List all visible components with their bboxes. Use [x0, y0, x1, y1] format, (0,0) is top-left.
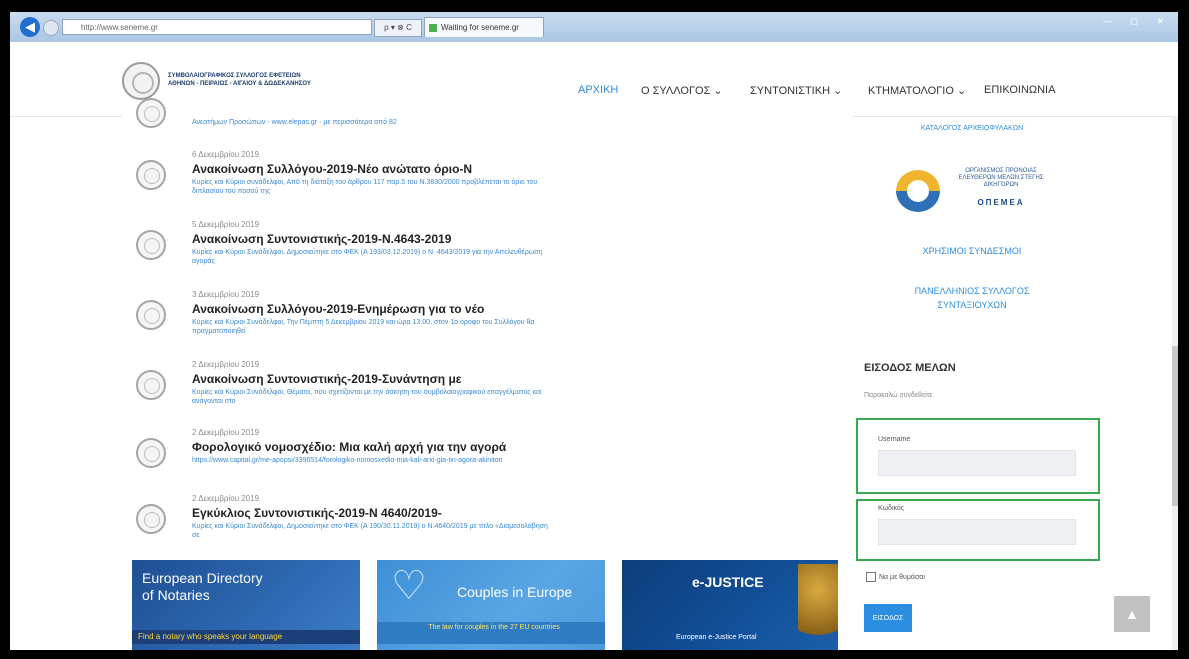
login-button[interactable]: ΕΙΣΟΔΟΣ [864, 604, 912, 632]
org-name-line1: ΣΥΜΒΟΛΑΙΟΓΡΑΦΙΚΟΣ ΣΥΛΛΟΓΟΣ ΕΦΕΤΕΙΩΝ [168, 73, 301, 79]
post-title[interactable]: Εγκύκλιος Συντονιστικής-2019-Ν 4640/2019… [192, 506, 442, 520]
post-excerpt[interactable]: Κυρίες και Κύριοι Συνάδελφοι, Δημοσιεύτη… [192, 248, 552, 266]
pension-line2: ΣΥΝΤΑΞΙΟΥΧΩΝ [937, 300, 1007, 310]
username-label: Username [878, 436, 911, 443]
european-directory-banner[interactable]: European Directory of Notaries Find a no… [132, 560, 360, 650]
banner-title: European Directory of Notaries [142, 570, 263, 604]
opemea-banner[interactable]: ΟΡΓΑΝΙΣΜΟΣ ΠΡΟΝΟΙΑΣ ΕΛΕΥΘΕΡΩΝ ΜΕΛΩΝ ΣΤΕΓ… [896, 164, 1046, 216]
site-header: ΣΥΜΒΟΛΑΙΟΓΡΑΦΙΚΟΣ ΣΥΛΛΟΓΟΣ ΕΦΕΤΕΙΩΝ ΑΘΗΝ… [10, 42, 1178, 117]
username-field-group: Username [856, 418, 1100, 494]
banner-title-line1: European Directory [142, 570, 263, 586]
page-scrollbar[interactable] [1172, 116, 1178, 650]
org-name-line2: ΑΘΗΝΩΝ - ΠΕΙΡΑΙΩΣ - ΑΙΓΑΙΟΥ & ΔΩΔΕΚΑΝΗΣΟ… [168, 81, 311, 87]
post-title[interactable]: Ανακοίνωση Συντονιστικής-2019-Ν.4643-201… [192, 232, 451, 246]
post-logo-icon [136, 98, 166, 128]
back-to-top-button[interactable]: ▲ [1114, 596, 1150, 632]
list-item: 2 Δεκεμβρίου 2019 Ανακοίνωση Συντονιστικ… [122, 358, 842, 422]
association-logo[interactable] [122, 62, 160, 100]
post-date: 6 Δεκεμβρίου 2019 [192, 150, 260, 159]
post-excerpt[interactable]: Ανεστήμων Προσώπων - www.elepas.gr - με … [192, 118, 552, 127]
post-excerpt[interactable]: Κυρίες και Κύριοι Συνάδελφοι, Την Πέμπτη… [192, 318, 552, 336]
browser-tab[interactable]: Waiting for seneme.gr [424, 17, 544, 37]
pension-association-link[interactable]: ΠΑΝΕΛΛΗΝΙΟΣ ΣΥΛΛΟΓΟΣ ΣΥΝΤΑΞΙΟΥΧΩΝ [856, 284, 1088, 312]
post-date: 2 Δεκεμβρίου 2019 [192, 360, 260, 369]
heart-icon: ♡ [391, 564, 427, 608]
post-title[interactable]: Ανακοίνωση Συντονιστικής-2019-Συνάντηση … [192, 372, 461, 386]
list-item: Ανεστήμων Προσώπων - www.elepas.gr - με … [122, 98, 842, 146]
post-excerpt[interactable]: Κυρίες και Κύριοι Συνάδελφοι, Θέματα, πο… [192, 388, 552, 406]
nav-home[interactable]: ΑΡΧΙΚΗ [578, 84, 618, 96]
opemea-text: ΟΡΓΑΝΙΣΜΟΣ ΠΡΟΝΟΙΑΣ ΕΛΕΥΘΕΡΩΝ ΜΕΛΩΝ ΣΤΕΓ… [958, 168, 1044, 188]
nav-association[interactable]: Ο ΣΥΛΛΟΓΟΣ ⌄ [641, 84, 723, 97]
post-title[interactable]: Φορολογικό νομοσχέδιο: Μια καλή αρχή για… [192, 440, 506, 454]
address-tools[interactable]: ρ ▾ ⊗ C [374, 19, 422, 37]
browser-toolbar: ◀ http://www.seneme.gr ρ ▾ ⊗ C Waiting f… [10, 12, 1178, 43]
back-arrow-icon[interactable]: ◀ [20, 17, 40, 37]
nav-coordination[interactable]: ΣΥΝΤΟΝΙΣΤΙΚΗ ⌄ [750, 84, 842, 97]
list-item: 3 Δεκεμβρίου 2019 Ανακοίνωση Συλλόγου-20… [122, 288, 842, 352]
post-logo-icon [136, 370, 166, 400]
archive-catalog-link[interactable]: ΚΑΤΑΛΟΓΟΣ ΑΡΧΕΙΟΦΥΛΑΚΩΝ [856, 124, 1088, 133]
browser-window: ◀ http://www.seneme.gr ρ ▾ ⊗ C Waiting f… [10, 12, 1178, 650]
password-input[interactable] [878, 519, 1076, 545]
justice-statue-icon [798, 564, 838, 650]
useful-links-link[interactable]: ΧΡΗΣΙΜΟΙ ΣΥΝΔΕΣΜΟΙ [856, 244, 1088, 258]
scroll-thumb[interactable] [1172, 346, 1178, 506]
nav-contact[interactable]: ΕΠΙΚΟΙΝΩΝΙΑ [984, 84, 1055, 96]
tab-title: Waiting for seneme.gr [441, 23, 519, 32]
opemea-logo-icon [896, 170, 940, 212]
pension-line1: ΠΑΝΕΛΛΗΝΙΟΣ ΣΥΛΛΟΓΟΣ [914, 286, 1030, 296]
news-list: Ανεστήμων Προσώπων - www.elepas.gr - με … [122, 98, 852, 556]
couples-in-europe-banner[interactable]: ♡ Couples in Europe The law for couples … [377, 560, 605, 650]
window-controls[interactable]: — ◻ ✕ [1103, 16, 1172, 27]
post-title[interactable]: Ανακοίνωση Συλλόγου-2019-Νέο ανώτατο όρι… [192, 162, 472, 176]
post-title[interactable]: Ανακοίνωση Συλλόγου-2019-Ενημέρωση για τ… [192, 302, 484, 316]
post-date: 2 Δεκεμβρίου 2019 [192, 494, 260, 503]
password-label: Κωδικός [878, 505, 905, 512]
banner-title: e-JUSTICE [692, 574, 764, 590]
post-logo-icon [136, 438, 166, 468]
login-title: ΕΙΣΟΔΟΣ ΜΕΛΩΝ [864, 362, 956, 374]
address-bar[interactable]: http://www.seneme.gr [62, 19, 372, 35]
banner-caption: The law for couples in the 27 EU countri… [377, 622, 605, 644]
favicon-icon [429, 24, 437, 32]
post-date: 5 Δεκεμβρίου 2019 [192, 220, 260, 229]
opemea-brand: ΟΠΕΜΕΑ [977, 198, 1025, 207]
post-excerpt[interactable]: Κυρίες και Κύριοι συνάδελφοι, Από τη διά… [192, 178, 552, 196]
org-name[interactable]: ΣΥΜΒΟΛΑΙΟΓΡΑΦΙΚΟΣ ΣΥΛΛΟΓΟΣ ΕΦΕΤΕΙΩΝ ΑΘΗΝ… [168, 72, 428, 88]
remember-me[interactable]: Να με θυμάσαι [866, 572, 925, 582]
post-logo-icon [136, 300, 166, 330]
remember-label: Να με θυμάσαι [879, 573, 925, 581]
list-item: 2 Δεκεμβρίου 2019 Εγκύκλιος Συντονιστική… [122, 492, 842, 556]
list-item: 2 Δεκεμβρίου 2019 Φορολογικό νομοσχέδιο:… [122, 426, 842, 490]
password-field-group: Κωδικός [856, 499, 1100, 561]
remember-checkbox[interactable] [866, 572, 876, 582]
post-logo-icon [136, 160, 166, 190]
banner-title: Couples in Europe [457, 584, 573, 600]
banner-caption: European e-Justice Portal [676, 634, 757, 641]
post-excerpt[interactable]: Κυρίες και Κύριοι Συνάδελφοι, Δημοσιεύτη… [192, 522, 552, 540]
forward-arrow-icon[interactable] [43, 20, 59, 36]
login-hint: Παρακαλώ συνδεθείτε [864, 392, 933, 399]
post-date: 3 Δεκεμβρίου 2019 [192, 290, 260, 299]
username-input[interactable] [878, 450, 1076, 476]
post-logo-icon [136, 230, 166, 260]
e-justice-banner[interactable]: e-JUSTICE European e-Justice Portal [622, 560, 838, 650]
post-date: 2 Δεκεμβρίου 2019 [192, 428, 260, 437]
list-item: 5 Δεκεμβρίου 2019 Ανακοίνωση Συντονιστικ… [122, 218, 842, 282]
banner-title-line2: of Notaries [142, 587, 210, 603]
list-item: 6 Δεκεμβρίου 2019 Ανακοίνωση Συλλόγου-20… [122, 148, 842, 212]
post-logo-icon [136, 504, 166, 534]
banner-caption: Find a notary who speaks your language [132, 630, 360, 644]
post-excerpt[interactable]: https://www.capital.gr/me-apopsi/3396514… [192, 456, 552, 465]
sidebar: ΚΑΤΑΛΟΓΟΣ ΑΡΧΕΙΟΦΥΛΑΚΩΝ ΟΡΓΑΝΙΣΜΟΣ ΠΡΟΝΟ… [856, 116, 1100, 650]
nav-cadastre[interactable]: ΚΤΗΜΑΤΟΛΟΓΙΟ ⌄ [868, 84, 966, 97]
